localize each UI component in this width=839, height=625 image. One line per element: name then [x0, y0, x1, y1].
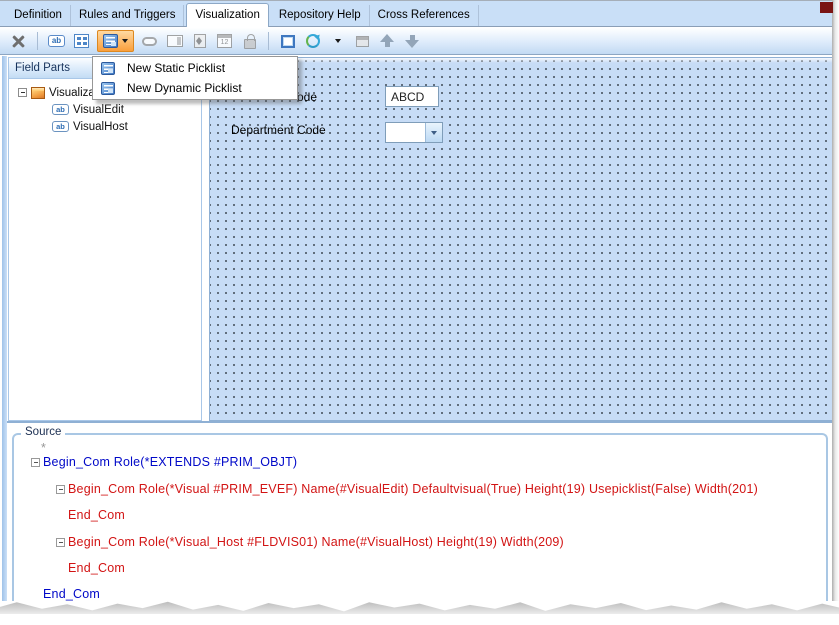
new-prompt-button[interactable]: [163, 30, 186, 52]
combobox-dropdown-button[interactable]: [425, 123, 442, 142]
visualization-toolbar: [0, 28, 832, 55]
tree-item-visualhost[interactable]: VisualHost: [9, 118, 201, 135]
picklist-icon: [101, 82, 115, 95]
edit-box-icon: [48, 35, 65, 47]
refresh-dropdown-button[interactable]: [326, 30, 349, 52]
new-calendar-button[interactable]: [213, 30, 236, 52]
source-panel[interactable]: Source * Begin_Com Role(*EXTENDS #PRIM_O…: [7, 423, 833, 603]
new-picklist-dropdown-button[interactable]: [97, 30, 134, 52]
source-group-title: Source: [21, 426, 65, 438]
menu-item-new-dynamic-picklist[interactable]: New Dynamic Picklist: [93, 78, 297, 98]
tab-rules-and-triggers[interactable]: Rules and Triggers: [71, 5, 185, 26]
picklist-icon: [101, 62, 115, 75]
menu-item-new-static-picklist[interactable]: New Static Picklist: [93, 58, 297, 78]
source-line: Begin_Com Role(*Visual_Host #FLDVIS01) N…: [68, 535, 564, 549]
delete-x-icon: [12, 35, 25, 48]
window-preview-button[interactable]: [351, 30, 374, 52]
combobox-value: [386, 123, 425, 142]
field2-label: Department Code: [231, 123, 326, 137]
field-parts-panel: Field Parts Visualization VisualEdit Vis…: [8, 57, 202, 421]
torn-edge-bottom: [0, 601, 839, 625]
tree-item-label: VisualEdit: [73, 104, 124, 116]
torn-edge-right: [832, 0, 839, 625]
menu-item-label: New Static Picklist: [127, 61, 225, 75]
source-line: *: [41, 441, 46, 455]
visual-edit-textbox[interactable]: ABCD: [385, 86, 439, 107]
new-multi-part-button[interactable]: [70, 30, 93, 52]
move-down-button[interactable]: [401, 30, 424, 52]
tab-repository-help[interactable]: Repository Help: [271, 5, 370, 26]
spin-icon: [194, 34, 206, 48]
source-line: Begin_Com Role(*EXTENDS #PRIM_OBJT): [43, 455, 297, 469]
calendar-icon: [217, 34, 232, 48]
move-down-icon: [405, 33, 420, 49]
new-edit-box-button[interactable]: [45, 30, 68, 52]
new-spin-button[interactable]: [188, 30, 211, 52]
dropdown-caret-icon: [122, 39, 128, 43]
move-up-icon: [380, 33, 395, 49]
delete-button[interactable]: [7, 30, 30, 52]
source-line: End_Com: [68, 508, 125, 522]
new-drag-drop-button[interactable]: [238, 30, 261, 52]
ellipse-icon: [142, 37, 157, 46]
panel-icon: [281, 35, 295, 48]
drag-bag-icon: [244, 39, 256, 49]
dropdown-caret-icon: [431, 131, 437, 135]
refresh-icon: [306, 34, 320, 48]
tree-item-label: VisualHost: [73, 121, 128, 133]
visual-host-combobox[interactable]: [385, 122, 443, 143]
new-panel-button[interactable]: [276, 30, 299, 52]
source-line: Begin_Com Role(*Visual #PRIM_EVEF) Name(…: [68, 482, 758, 496]
toolbar-separator: [37, 32, 38, 50]
field1-label-tail: ode: [297, 90, 317, 104]
tab-cross-references[interactable]: Cross References: [370, 5, 479, 26]
window-icon: [356, 36, 369, 47]
picklist-icon: [103, 34, 118, 48]
design-canvas[interactable]: ode ABCD Department Code: [209, 57, 833, 421]
application-window: Definition Rules and Triggers Visualizat…: [0, 0, 839, 625]
menu-item-label: New Dynamic Picklist: [127, 81, 242, 95]
field-part-icon: [52, 104, 69, 115]
tab-bar: Definition Rules and Triggers Visualizat…: [0, 1, 832, 27]
field-parts-title: Field Parts: [15, 62, 70, 74]
picklist-dropdown-menu: New Static Picklist New Dynamic Picklist: [92, 56, 298, 100]
multi-part-grid-icon: [74, 34, 89, 48]
tab-definition[interactable]: Definition: [6, 5, 71, 26]
collapse-expander-icon[interactable]: [18, 88, 27, 97]
source-collapse-icon[interactable]: [31, 458, 40, 467]
tab-visualization[interactable]: Visualization: [186, 3, 268, 27]
move-up-button[interactable]: [376, 30, 399, 52]
field-part-icon: [52, 121, 69, 132]
source-line: End_Com: [43, 587, 100, 601]
source-collapse-icon[interactable]: [56, 485, 65, 494]
source-line: End_Com: [68, 561, 125, 575]
component-cube-icon: [31, 87, 45, 99]
record-indicator: [820, 2, 833, 13]
tree-item-visualedit[interactable]: VisualEdit: [9, 101, 201, 118]
prompt-box-icon: [167, 35, 183, 47]
new-ellipse-button[interactable]: [138, 30, 161, 52]
source-collapse-icon[interactable]: [56, 538, 65, 547]
toolbar-separator: [268, 32, 269, 50]
refresh-button[interactable]: [301, 30, 324, 52]
dropdown-caret-icon: [335, 39, 341, 43]
